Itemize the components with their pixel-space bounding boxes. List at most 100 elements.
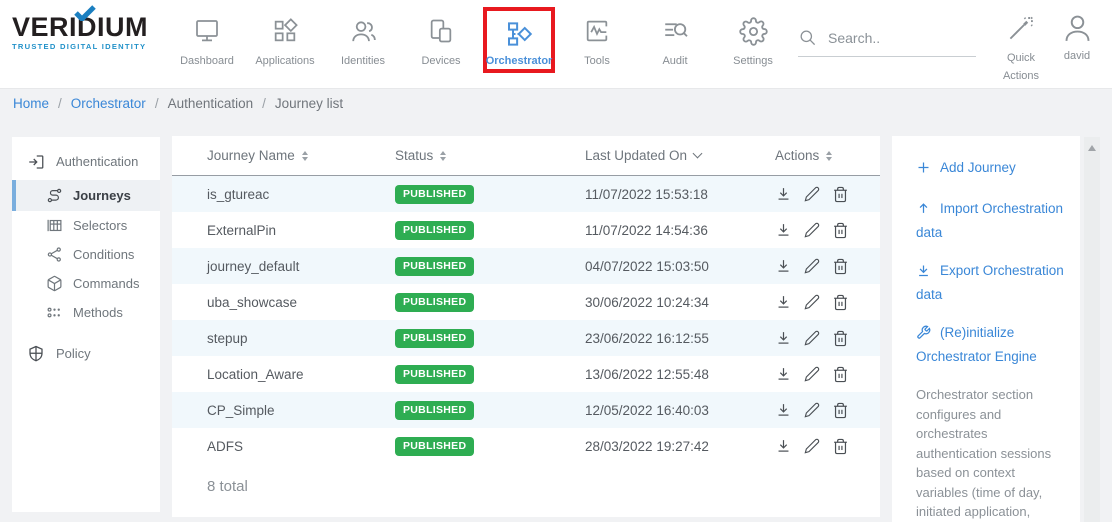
column-header-actions[interactable]: Actions bbox=[775, 148, 862, 163]
status-badge: PUBLISHED bbox=[395, 365, 474, 384]
last-updated-cell: 12/05/2022 16:40:03 bbox=[585, 403, 775, 418]
nav-item-label: Devices bbox=[421, 55, 460, 67]
link-label: Export Orchestration data bbox=[916, 263, 1064, 302]
nav-item-orchestrator[interactable]: Orchestrator bbox=[483, 7, 555, 73]
sidebar-item-label: Policy bbox=[56, 346, 91, 361]
delete-button[interactable] bbox=[832, 330, 849, 347]
nav-item-audit[interactable]: Audit bbox=[636, 0, 714, 89]
sidebar-item-selectors[interactable]: Selectors bbox=[12, 211, 160, 240]
breadcrumb-orchestrator[interactable]: Orchestrator bbox=[71, 96, 146, 111]
nav-item-settings[interactable]: Settings bbox=[714, 0, 792, 89]
download-button[interactable] bbox=[775, 294, 792, 311]
download-button[interactable] bbox=[775, 222, 792, 239]
user-menu[interactable]: david bbox=[1052, 10, 1102, 62]
column-header-journey-name[interactable]: Journey Name bbox=[207, 148, 395, 163]
table-row: Location_Aware PUBLISHED 13/06/2022 12:5… bbox=[172, 356, 880, 392]
edit-button[interactable] bbox=[804, 258, 820, 274]
quick-actions-button[interactable]: Quick Actions bbox=[992, 12, 1050, 85]
magic-wand-icon bbox=[1006, 12, 1036, 44]
conditions-branch-icon bbox=[46, 246, 63, 263]
sidebar-item-label: Journeys bbox=[73, 188, 131, 203]
actions-cell bbox=[775, 258, 862, 275]
nav-item-label: Applications bbox=[255, 55, 314, 67]
download-button[interactable] bbox=[775, 402, 792, 419]
edit-button[interactable] bbox=[804, 186, 820, 202]
delete-button[interactable] bbox=[832, 186, 849, 203]
edit-button[interactable] bbox=[804, 222, 820, 238]
status-badge: PUBLISHED bbox=[395, 401, 474, 420]
search-input[interactable] bbox=[828, 30, 976, 46]
add-journey-link[interactable]: Add Journey bbox=[916, 158, 1068, 182]
sidebar-item-label: Authentication bbox=[56, 154, 138, 169]
edit-button[interactable] bbox=[804, 366, 820, 382]
delete-button[interactable] bbox=[832, 258, 849, 275]
column-header-last-updated[interactable]: Last Updated On bbox=[585, 148, 775, 163]
download-icon bbox=[916, 263, 931, 285]
plus-icon bbox=[916, 160, 931, 182]
nav-item-dashboard[interactable]: Dashboard bbox=[168, 0, 246, 89]
commands-cube-icon bbox=[46, 275, 63, 292]
upload-icon bbox=[916, 201, 931, 223]
journey-name-cell: stepup bbox=[207, 331, 395, 346]
breadcrumb-home[interactable]: Home bbox=[13, 96, 49, 111]
nav-item-label: Identities bbox=[341, 55, 385, 67]
delete-button[interactable] bbox=[832, 366, 849, 383]
edit-button[interactable] bbox=[804, 438, 820, 454]
sidebar-item-commands[interactable]: Commands bbox=[12, 269, 160, 298]
download-button[interactable] bbox=[775, 330, 792, 347]
scrollbar[interactable] bbox=[1084, 137, 1100, 522]
table-row: ExternalPin PUBLISHED 11/07/2022 14:54:3… bbox=[172, 212, 880, 248]
sidebar-item-conditions[interactable]: Conditions bbox=[12, 240, 160, 269]
logo-tagline: TRUSTED DIGITAL IDENTITY bbox=[12, 42, 162, 51]
export-orchestration-link[interactable]: Export Orchestration data bbox=[916, 261, 1068, 306]
download-button[interactable] bbox=[775, 258, 792, 275]
sidebar-item-policy[interactable]: Policy bbox=[12, 335, 160, 372]
sidebar-item-authentication[interactable]: Authentication bbox=[12, 143, 160, 180]
nav-item-applications[interactable]: Applications bbox=[246, 0, 324, 89]
status-cell: PUBLISHED bbox=[395, 185, 585, 204]
sidebar-item-journeys[interactable]: Journeys bbox=[12, 180, 160, 211]
edit-button[interactable] bbox=[804, 330, 820, 346]
delete-button[interactable] bbox=[832, 222, 849, 239]
sort-icon bbox=[826, 151, 832, 161]
policy-shield-icon bbox=[27, 345, 45, 363]
import-orchestration-link[interactable]: Import Orchestration data bbox=[916, 199, 1068, 244]
user-avatar-icon bbox=[1061, 10, 1094, 46]
sort-icon bbox=[302, 151, 308, 161]
breadcrumb-separator: / bbox=[58, 96, 62, 111]
nav-item-label: Tools bbox=[584, 55, 610, 67]
edit-button[interactable] bbox=[804, 402, 820, 418]
nav-item-tools[interactable]: Tools bbox=[558, 0, 636, 89]
delete-button[interactable] bbox=[832, 438, 849, 455]
actions-cell bbox=[775, 294, 862, 311]
reinitialize-engine-link[interactable]: (Re)initialize Orchestrator Engine bbox=[916, 323, 1068, 368]
last-updated-cell: 23/06/2022 16:12:55 bbox=[585, 331, 775, 346]
download-button[interactable] bbox=[775, 366, 792, 383]
status-cell: PUBLISHED bbox=[395, 437, 585, 456]
link-label: Add Journey bbox=[940, 160, 1016, 175]
table-header-row: Journey Name Status Last Updated On Acti… bbox=[172, 136, 880, 176]
last-updated-cell: 04/07/2022 15:03:50 bbox=[585, 259, 775, 274]
status-cell: PUBLISHED bbox=[395, 365, 585, 384]
journey-name-cell: uba_showcase bbox=[207, 295, 395, 310]
delete-button[interactable] bbox=[832, 294, 849, 311]
column-label: Actions bbox=[775, 148, 819, 163]
sidebar-item-methods[interactable]: Methods bbox=[12, 298, 160, 327]
wrench-icon bbox=[916, 325, 931, 347]
status-cell: PUBLISHED bbox=[395, 257, 585, 276]
table-row: stepup PUBLISHED 23/06/2022 16:12:55 bbox=[172, 320, 880, 356]
nav-item-identities[interactable]: Identities bbox=[324, 0, 402, 89]
sidebar-item-label: Methods bbox=[73, 305, 123, 320]
delete-button[interactable] bbox=[832, 402, 849, 419]
breadcrumb-separator: / bbox=[262, 96, 266, 111]
user-name-label: david bbox=[1064, 50, 1090, 62]
actions-cell bbox=[775, 402, 862, 419]
edit-button[interactable] bbox=[804, 294, 820, 310]
status-badge: PUBLISHED bbox=[395, 329, 474, 348]
nav-item-devices[interactable]: Devices bbox=[402, 0, 480, 89]
download-button[interactable] bbox=[775, 186, 792, 203]
download-button[interactable] bbox=[775, 438, 792, 455]
status-badge: PUBLISHED bbox=[395, 437, 474, 456]
methods-dots-icon bbox=[46, 304, 63, 321]
column-header-status[interactable]: Status bbox=[395, 148, 585, 163]
